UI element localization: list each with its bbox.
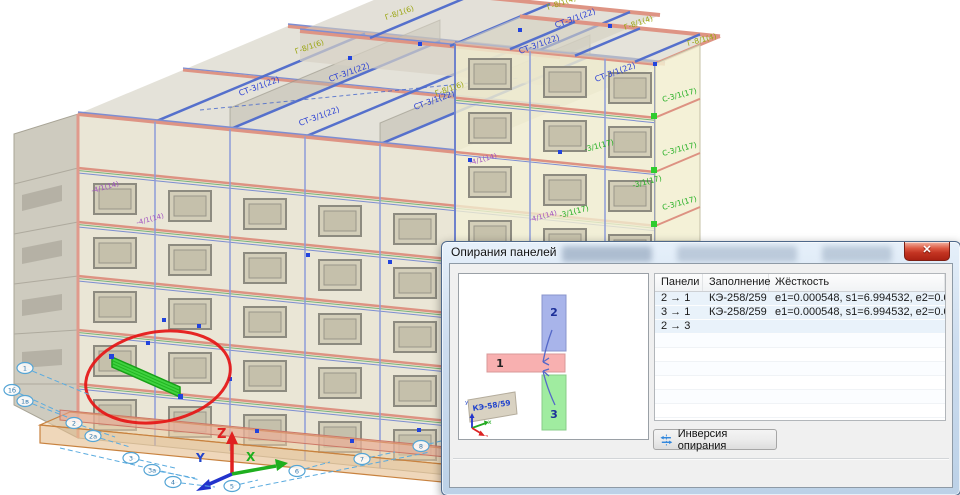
svg-text:1в: 1в	[21, 398, 29, 406]
panel-1-label: 1	[496, 357, 504, 370]
dialog-body: 2 1 3 КЭ-58/59 y	[449, 263, 953, 488]
header-panels[interactable]: Панели	[655, 274, 703, 291]
table-row[interactable]: 2 → 1 КЭ-258/259 e1=0.000548, s1=6.99453…	[655, 292, 945, 306]
panel-bearing-dialog: Опирания панелей ✕ 2 1 3	[441, 241, 960, 495]
axis-y-label: Y	[195, 451, 205, 465]
svg-text:6: 6	[295, 468, 299, 476]
close-button[interactable]: ✕	[904, 242, 950, 261]
panel-2-label: 2	[550, 306, 558, 319]
invert-icon	[660, 433, 673, 447]
svg-text:3: 3	[129, 455, 133, 463]
svg-text:x: x	[488, 419, 492, 426]
panel-3-label: 3	[550, 408, 558, 421]
gable-wall-left	[14, 114, 78, 438]
glass-reflection	[677, 246, 797, 262]
svg-text:3а: 3а	[148, 467, 156, 475]
glass-reflection	[562, 246, 652, 262]
header-stiffness[interactable]: Жёсткость	[769, 274, 945, 291]
dialog-separator	[453, 458, 949, 460]
svg-text:2а: 2а	[89, 433, 97, 441]
table-row[interactable]: 3 → 1 КЭ-258/259 e1=0.000548, s1=6.99453…	[655, 306, 945, 320]
svg-text:5: 5	[230, 483, 234, 491]
table-row-empty[interactable]	[655, 404, 945, 418]
header-fill[interactable]: Заполнение	[703, 274, 769, 291]
svg-text:1: 1	[23, 365, 27, 373]
table-row-empty[interactable]	[655, 334, 945, 348]
table-row-empty[interactable]	[655, 348, 945, 362]
ke-element-icon: КЭ-58/59 y x z	[465, 392, 517, 437]
svg-text:4: 4	[171, 479, 175, 487]
table-row-empty[interactable]	[655, 362, 945, 376]
axis-x-label: X	[246, 450, 256, 464]
app-viewport: Z Y X 1 1б 1в 2	[0, 0, 960, 495]
dialog-titlebar[interactable]: Опирания панелей	[442, 242, 960, 263]
dialog-title: Опирания панелей	[451, 245, 557, 259]
table-row-empty[interactable]	[655, 390, 945, 404]
svg-text:z: z	[485, 434, 488, 437]
bearing-scheme-panel: 2 1 3 КЭ-58/59 y	[458, 273, 649, 440]
bearing-table[interactable]: Панели Заполнение Жёсткость 2 → 1 КЭ-258…	[654, 273, 946, 421]
invert-bearing-button[interactable]: Инверсия опирания	[653, 429, 777, 450]
svg-text:8: 8	[419, 443, 423, 451]
axis-z-label: Z	[217, 427, 226, 442]
invert-button-label: Инверсия опирания	[678, 428, 770, 452]
svg-text:7: 7	[360, 456, 364, 464]
svg-text:2: 2	[72, 420, 76, 428]
close-icon: ✕	[922, 244, 931, 256]
panel-2[interactable]	[542, 295, 566, 351]
glass-reflection	[822, 246, 892, 262]
table-row[interactable]: 2 → 3	[655, 320, 945, 334]
table-row-empty[interactable]	[655, 376, 945, 390]
table-header: Панели Заполнение Жёсткость	[655, 274, 945, 292]
svg-text:1б: 1б	[8, 387, 16, 395]
